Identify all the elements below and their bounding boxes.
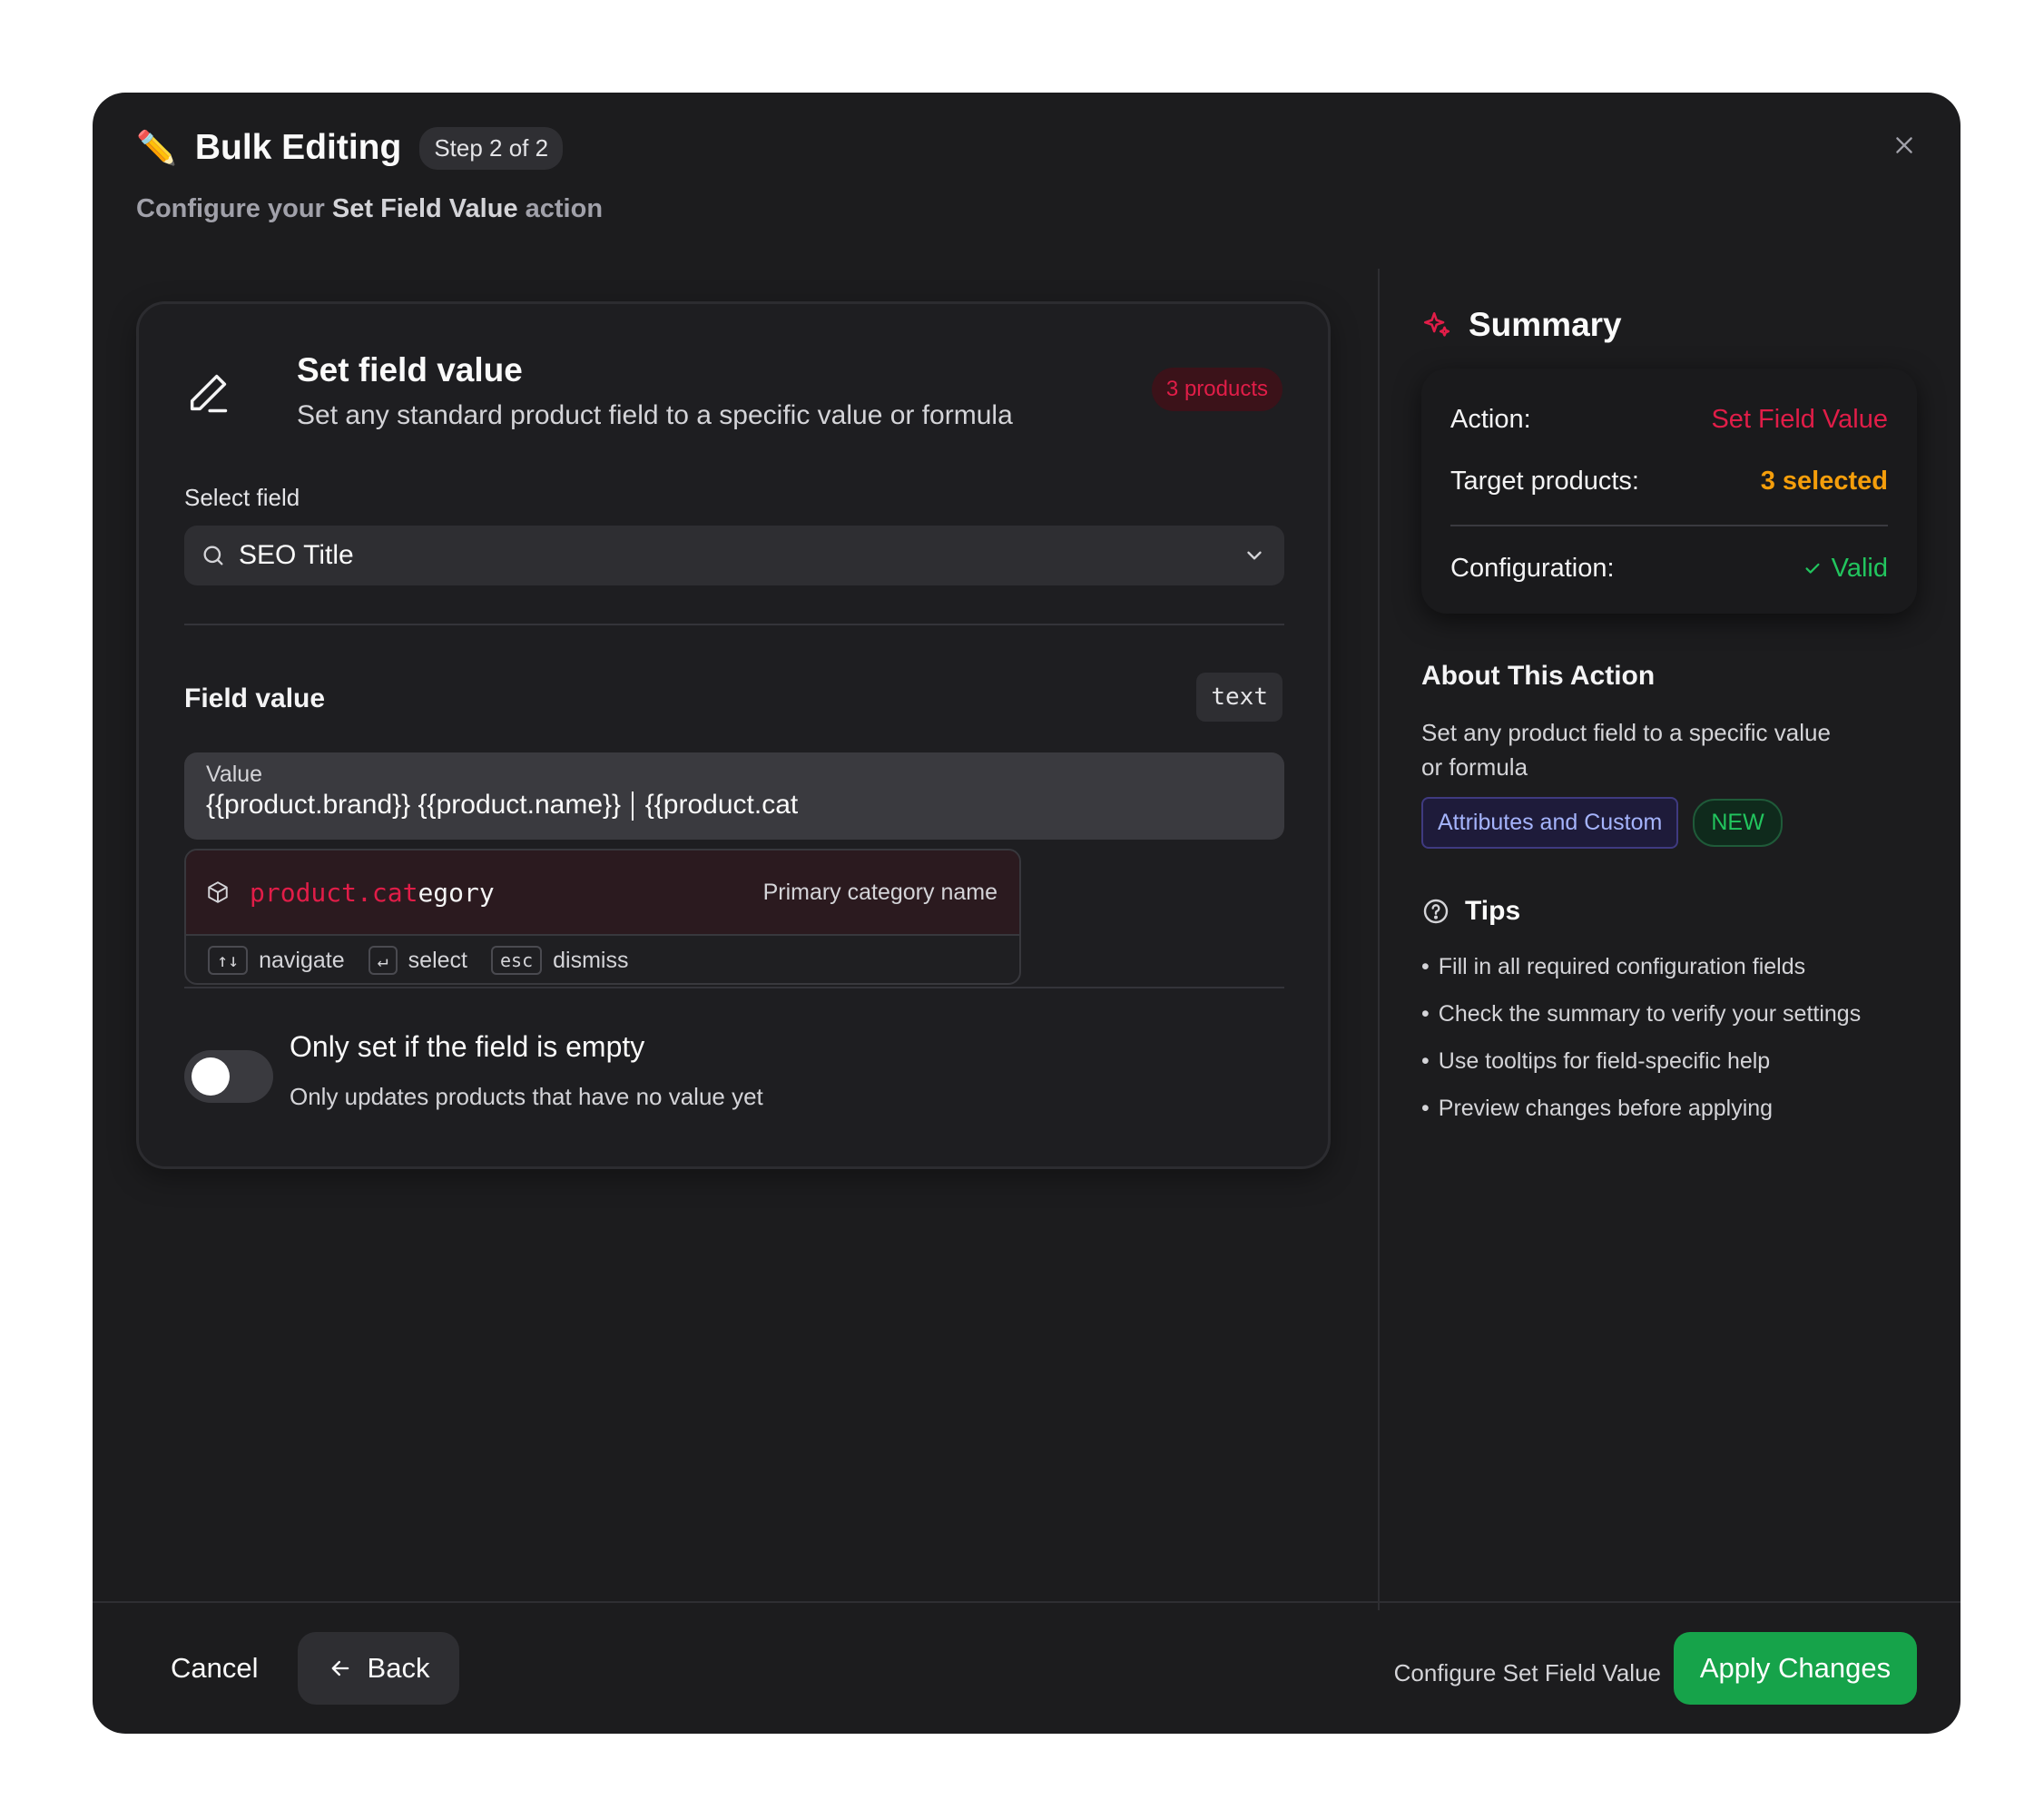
summary-action-value: Set Field Value xyxy=(1711,404,1888,434)
tip-item: Fill in all required configuration field… xyxy=(1421,943,1917,990)
summary-config-row: Configuration: Valid xyxy=(1450,548,1888,588)
hint-select: select xyxy=(408,947,467,973)
summary-config-value: Valid xyxy=(1831,553,1888,583)
summary-target-row: Target products: 3 selected xyxy=(1450,461,1888,501)
tips-list: Fill in all required configuration field… xyxy=(1421,943,1917,1132)
summary-action-row: Action: Set Field Value xyxy=(1450,399,1888,439)
toggle-description: Only updates products that have no value… xyxy=(290,1083,763,1110)
value-after-cursor: {{product.cat xyxy=(644,790,799,820)
keyboard-hints: ↑↓ navigate ↵ select esc dismiss xyxy=(186,934,1019,983)
footer-hint: Configure Set Field Value xyxy=(1393,1659,1661,1686)
bulk-edit-modal: ✏️ Bulk Editing Step 2 of 2 Configure yo… xyxy=(93,93,1960,1734)
arrow-left-icon xyxy=(331,1660,349,1676)
summary-sidebar: Summary Action: Set Field Value Target p… xyxy=(1421,301,1917,1132)
toggle-knob xyxy=(192,1057,230,1096)
field-select[interactable]: SEO Title xyxy=(184,526,1284,585)
tip-item: Use tooltips for field-specific help xyxy=(1421,1037,1917,1085)
modal-footer: Cancel Back Configure Set Field Value Ap… xyxy=(93,1601,1960,1734)
summary-action-label: Action: xyxy=(1450,404,1531,434)
autocomplete-item-description: Primary category name xyxy=(762,879,997,905)
cube-icon xyxy=(208,881,228,903)
only-if-empty-toggle[interactable] xyxy=(184,1050,273,1103)
products-count-badge: 3 products xyxy=(1151,368,1282,411)
summary-card: Action: Set Field Value Target products:… xyxy=(1421,369,1917,614)
autocomplete-dropdown: product.category Primary category name ↑… xyxy=(184,849,1021,985)
about-chips: Attributes and Custom NEW xyxy=(1421,797,1917,849)
back-button[interactable]: Back xyxy=(298,1632,459,1705)
enter-key-icon: ↵ xyxy=(368,946,398,975)
search-icon xyxy=(203,546,223,565)
arrow-keys-icon: ↑↓ xyxy=(208,946,249,975)
panel-divider xyxy=(1378,269,1380,1610)
esc-key-icon: esc xyxy=(490,946,543,975)
summary-divider xyxy=(1450,525,1888,526)
toggle-title: Only set if the field is empty xyxy=(290,1030,645,1063)
apply-changes-button[interactable]: Apply Changes xyxy=(1674,1632,1917,1705)
summary-title: Summary xyxy=(1469,306,1622,343)
autocomplete-item[interactable]: product.category Primary category name xyxy=(186,851,1019,934)
value-input-text[interactable]: {{product.brand}} {{product.name}} {{pro… xyxy=(206,790,1263,821)
subtitle-action: Set Field Value xyxy=(331,194,518,223)
summary-target-label: Target products: xyxy=(1450,466,1639,496)
sparkles-icon xyxy=(1423,311,1450,337)
close-button[interactable] xyxy=(1884,125,1924,165)
step-badge: Step 2 of 2 xyxy=(419,126,564,170)
new-badge: NEW xyxy=(1693,799,1783,847)
modal-title: Bulk Editing xyxy=(194,128,402,167)
tip-item: Preview changes before applying xyxy=(1421,1085,1917,1132)
field-value-label: Field value xyxy=(184,683,326,713)
section-divider xyxy=(184,624,1284,625)
back-button-label: Back xyxy=(367,1652,430,1684)
value-input-label: Value xyxy=(206,762,263,787)
tips-header: Tips xyxy=(1421,896,1917,927)
cancel-button[interactable]: Cancel xyxy=(143,1632,286,1705)
summary-target-value: 3 selected xyxy=(1760,466,1888,496)
autocomplete-rest: egory xyxy=(418,877,495,908)
select-field-value: SEO Title xyxy=(239,540,354,570)
summary-config-label: Configuration: xyxy=(1450,553,1615,583)
pen-icon xyxy=(190,374,228,413)
select-field-label: Select field xyxy=(184,484,300,511)
about-description: Set any product field to a specific valu… xyxy=(1421,719,1831,781)
pencil-emoji-icon: ✏️ xyxy=(136,129,177,166)
modal-header: ✏️ Bulk Editing Step 2 of 2 Configure yo… xyxy=(136,125,1917,270)
text-cursor xyxy=(632,792,634,821)
autocomplete-match: product.cat xyxy=(250,877,418,908)
title-row: ✏️ Bulk Editing Step 2 of 2 xyxy=(136,125,1917,171)
check-icon xyxy=(1805,563,1820,574)
about-title: About This Action xyxy=(1421,661,1656,691)
set-field-value-card: Set field value Set any standard product… xyxy=(136,301,1331,1169)
card-description: Set any standard product field to a spec… xyxy=(297,400,1013,430)
tip-item: Check the summary to verify your setting… xyxy=(1421,990,1917,1037)
card-title: Set field value xyxy=(297,351,523,388)
summary-config-status: Valid xyxy=(1803,554,1888,584)
hint-dismiss: dismiss xyxy=(553,947,629,973)
value-before-cursor: {{product.brand}} {{product.name}} xyxy=(206,790,622,820)
card-header: Set field value Set any standard product… xyxy=(184,351,1282,442)
summary-header: Summary xyxy=(1421,301,1917,349)
hint-navigate: navigate xyxy=(259,947,345,973)
autocomplete-item-name: product.category xyxy=(250,878,495,908)
chevron-down-icon xyxy=(1247,551,1262,560)
close-icon xyxy=(1896,137,1912,153)
value-input[interactable]: Value {{product.brand}} {{product.name}}… xyxy=(184,752,1284,840)
section-divider xyxy=(184,987,1284,988)
category-chip: Attributes and Custom xyxy=(1421,797,1679,849)
subtitle-prefix: Configure your xyxy=(136,194,332,223)
field-type-badge: text xyxy=(1196,673,1282,722)
subtitle-suffix: action xyxy=(517,194,604,223)
tips-title: Tips xyxy=(1465,896,1521,926)
help-circle-icon xyxy=(1423,899,1449,924)
modal-subtitle: Configure your Set Field Value action xyxy=(136,194,1917,224)
